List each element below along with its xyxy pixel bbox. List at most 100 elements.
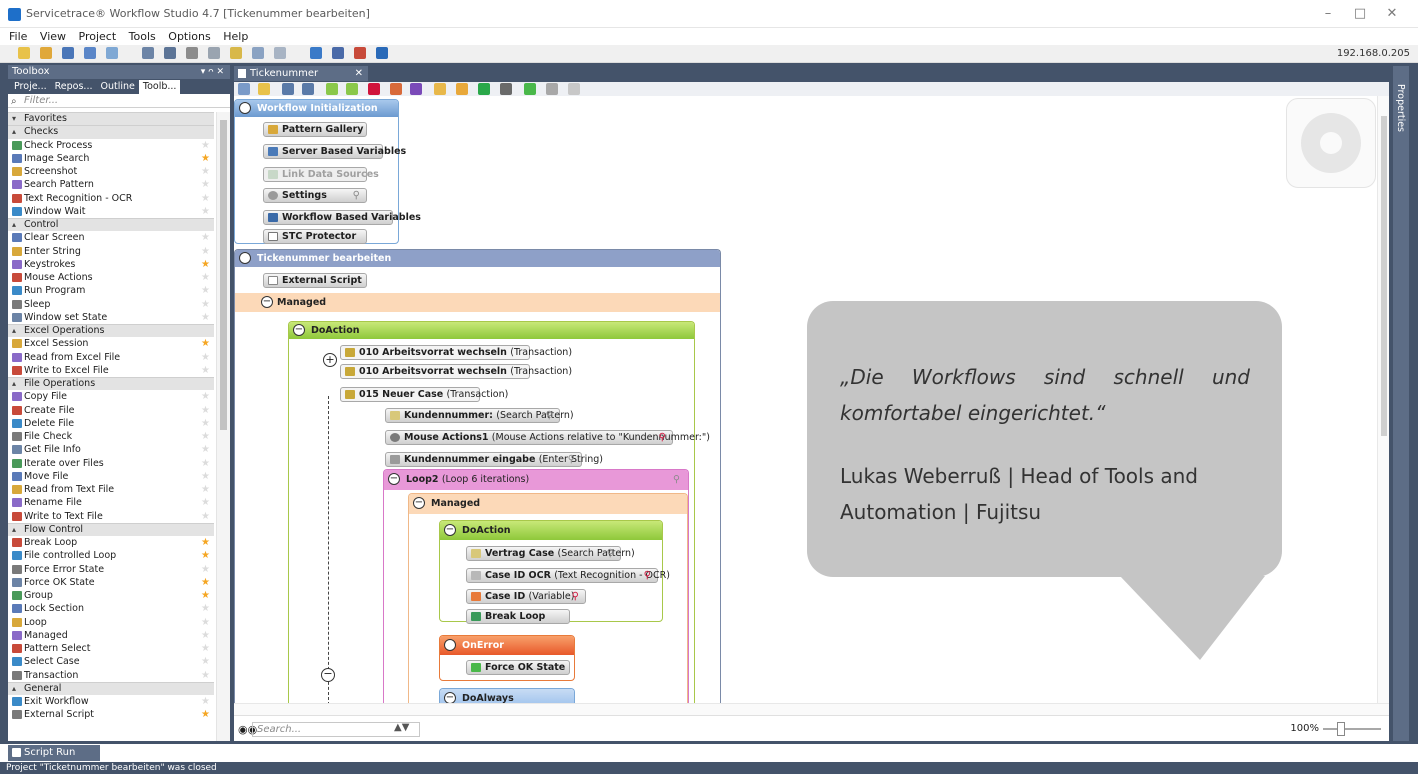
menu-help[interactable]: Help	[223, 28, 248, 45]
collapse-icon[interactable]: −	[444, 524, 456, 536]
toolbox-item[interactable]: Window Wait ★	[8, 205, 214, 218]
toolbox-item[interactable]: Delete File ★	[8, 417, 214, 430]
external-script-button[interactable]: External Script	[263, 273, 367, 288]
monitor-icon[interactable]	[376, 47, 388, 59]
paste-icon[interactable]	[258, 83, 270, 95]
server-variables-button[interactable]: Server Based Variables	[263, 144, 406, 159]
favorite-star-icon[interactable]: ★	[201, 165, 210, 178]
toolbox-item[interactable]: External Script ★	[8, 708, 214, 721]
stc-protector-button[interactable]: STC Protector	[263, 229, 367, 244]
mouse-actions1[interactable]: Mouse Actions1 (Mouse Actions relative t…	[385, 430, 710, 445]
favorite-star-icon[interactable]: ★	[201, 708, 210, 721]
pattern-gallery-button[interactable]: Pattern Gallery	[263, 122, 367, 137]
workflow-variables-button[interactable]: Workflow Based Variables	[263, 210, 421, 225]
toolbox-item[interactable]: Transaction ★	[8, 669, 214, 682]
collapse-icon[interactable]: −	[444, 692, 456, 703]
toolbox-item[interactable]: Write to Excel File ★	[8, 364, 214, 377]
toolbox-item[interactable]: Managed ★	[8, 629, 214, 642]
favorite-star-icon[interactable]: ★	[201, 470, 210, 483]
transaction-010-a[interactable]: 010 Arbeitsvorrat wechseln (Transaction)	[340, 345, 572, 360]
favorite-star-icon[interactable]: ★	[201, 457, 210, 470]
favorite-star-icon[interactable]: ★	[201, 655, 210, 668]
favorite-star-icon[interactable]: ★	[201, 536, 210, 549]
search-nav-arrows[interactable]: ▲▼	[394, 722, 418, 737]
break-loop-action[interactable]: Break Loop	[466, 609, 570, 624]
favorite-star-icon[interactable]: ★	[201, 351, 210, 364]
toolbox-item[interactable]: Run Program ★	[8, 284, 214, 297]
redo-icon[interactable]	[302, 83, 314, 95]
toolbox-item[interactable]: Select Case ★	[8, 655, 214, 668]
settings-button[interactable]: Settings ⚲	[263, 188, 367, 203]
debug-icon[interactable]	[252, 47, 264, 59]
tab-repository[interactable]: Repos...	[51, 80, 97, 94]
favorite-star-icon[interactable]: ★	[201, 245, 210, 258]
favorite-star-icon[interactable]: ★	[201, 549, 210, 562]
favorite-star-icon[interactable]: ★	[201, 298, 210, 311]
doalways-header[interactable]: − DoAlways	[440, 689, 574, 703]
step-icon[interactable]	[500, 83, 512, 95]
undo-icon[interactable]	[282, 83, 294, 95]
favorite-star-icon[interactable]: ★	[201, 602, 210, 615]
toolbox-group[interactable]: ▴ Flow Control	[8, 522, 214, 536]
favorite-star-icon[interactable]: ★	[201, 629, 210, 642]
collapse-icon[interactable]: −	[444, 639, 456, 651]
toolbox-item[interactable]: File Check ★	[8, 430, 214, 443]
favorite-star-icon[interactable]: ★	[201, 576, 210, 589]
init-header[interactable]: − Workflow Initialization	[235, 100, 398, 117]
inspect-icon[interactable]	[230, 47, 242, 59]
capture-icon[interactable]	[164, 47, 176, 59]
favorite-star-icon[interactable]: ★	[201, 390, 210, 403]
transaction-010-b[interactable]: 010 Arbeitsvorrat wechseln (Transaction)	[340, 364, 572, 379]
favorite-star-icon[interactable]: ★	[201, 178, 210, 191]
toolbox-item[interactable]: Loop ★	[8, 616, 214, 629]
favorite-star-icon[interactable]: ★	[201, 430, 210, 443]
toolbox-item[interactable]: Enter String ★	[8, 245, 214, 258]
toolbox-item[interactable]: Text Recognition - OCR ★	[8, 192, 214, 205]
menu-project[interactable]: Project	[79, 28, 117, 45]
save-all-icon[interactable]	[84, 47, 96, 59]
doaction-header[interactable]: − DoAction	[289, 322, 694, 339]
managed-header[interactable]: − Managed	[235, 293, 720, 312]
favorite-star-icon[interactable]: ★	[201, 258, 210, 271]
toolbox-item[interactable]: Sleep ★	[8, 298, 214, 311]
toolbox-item[interactable]: File controlled Loop ★	[8, 549, 214, 562]
toolbox-item[interactable]: Window set State ★	[8, 311, 214, 324]
favorite-star-icon[interactable]: ★	[201, 642, 210, 655]
export-icon[interactable]	[106, 47, 118, 59]
find-icon[interactable]	[142, 47, 154, 59]
toolbox-scrollbar[interactable]	[216, 112, 230, 741]
toolbox-item[interactable]: Clear Screen ★	[8, 231, 214, 244]
canvas-horizontal-scrollbar[interactable]	[234, 703, 1389, 715]
folder-icon[interactable]	[434, 83, 446, 95]
force-ok-state-action[interactable]: Force OK State	[466, 660, 570, 675]
toolbox-item[interactable]: Mouse Actions ★	[8, 271, 214, 284]
expand-icon[interactable]	[456, 83, 468, 95]
favorite-star-icon[interactable]: ★	[201, 192, 210, 205]
toolbox-group[interactable]: ▴ Control	[8, 218, 214, 232]
case-id-variable[interactable]: Case ID (Variable) ⚲	[466, 589, 586, 604]
kundennummer-eingabe[interactable]: Kundennummer eingabe (Enter String) ⚲	[385, 452, 603, 467]
toolbox-item[interactable]: Iterate over Files ★	[8, 457, 214, 470]
window-icon[interactable]	[310, 47, 322, 59]
tab-toolbox[interactable]: Toolb...	[138, 80, 181, 94]
favorite-star-icon[interactable]: ★	[201, 589, 210, 602]
pane-pin-icon[interactable]: ▾ ᴖ ✕	[201, 65, 224, 79]
toolbox-item[interactable]: Lock Section ★	[8, 602, 214, 615]
toolbox-item[interactable]: Move File ★	[8, 470, 214, 483]
menu-tools[interactable]: Tools	[129, 28, 156, 45]
toolbox-item[interactable]: Image Search ★	[8, 152, 214, 165]
toolbox-item[interactable]: Check Process ★	[8, 139, 214, 152]
indent-icon[interactable]	[410, 83, 422, 95]
favorite-star-icon[interactable]: ★	[201, 695, 210, 708]
toolbox-group[interactable]: ▴ File Operations	[8, 377, 214, 391]
close-button[interactable]: ✕	[1378, 3, 1406, 25]
toolbox-item[interactable]: Copy File ★	[8, 390, 214, 403]
toolbox-item[interactable]: Write to Text File ★	[8, 510, 214, 523]
favorite-star-icon[interactable]: ★	[201, 205, 210, 218]
favorite-star-icon[interactable]: ★	[201, 337, 210, 350]
tab-outline[interactable]: Outline	[97, 80, 139, 94]
toolbox-item[interactable]: Rename File ★	[8, 496, 214, 509]
vertrag-case-search[interactable]: Vertrag Case (Search Pattern) ⚲	[466, 546, 635, 561]
menu-view[interactable]: View	[40, 28, 66, 45]
favorite-star-icon[interactable]: ★	[201, 364, 210, 377]
